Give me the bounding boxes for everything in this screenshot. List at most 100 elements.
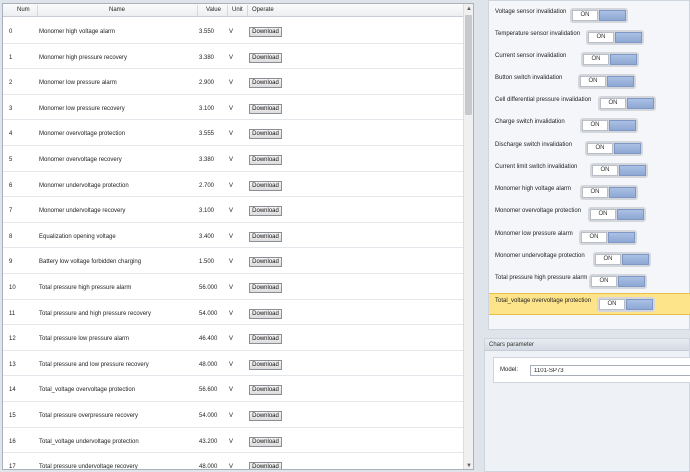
table-row[interactable]: 9 Battery low voltage forbidden charging 1…: [3, 248, 464, 274]
download-button[interactable]: Download: [249, 78, 282, 89]
flag-toggle[interactable]: ON: [580, 118, 638, 133]
row-num: 15: [9, 412, 16, 419]
toggle-knob[interactable]: [617, 209, 644, 220]
table-row[interactable]: 10 Total pressure high pressure alarm 56.0…: [3, 274, 464, 300]
flag-toggle[interactable]: ON: [579, 230, 637, 245]
row-value[interactable]: 3.380: [199, 55, 214, 61]
download-button[interactable]: Download: [249, 462, 282, 469]
toggle-knob[interactable]: [609, 120, 636, 131]
row-value[interactable]: 56.600: [199, 387, 217, 393]
flag-toggle[interactable]: ON: [585, 141, 643, 156]
toggle-knob[interactable]: [618, 276, 645, 287]
download-button[interactable]: Download: [249, 282, 282, 293]
download-button[interactable]: Download: [249, 129, 282, 140]
table-row[interactable]: 15 Total pressure overpressure recovery 54…: [3, 402, 464, 428]
row-value[interactable]: 3.100: [199, 106, 214, 112]
row-value[interactable]: 2.900: [199, 80, 214, 86]
header-name[interactable]: Name: [109, 7, 125, 13]
table-row[interactable]: 14 Total_voltage overvoltage protection 56…: [3, 376, 464, 402]
table-row[interactable]: 7 Monomer undervoltage recovery 3.100 V Down…: [3, 197, 464, 223]
row-value[interactable]: 3.100: [199, 208, 214, 214]
flag-toggle[interactable]: ON: [580, 185, 638, 200]
table-row[interactable]: 8 Equalization opening voltage 3.400 V Downl…: [3, 223, 464, 249]
table-row[interactable]: 3 Monomer low pressure recovery 3.100 V Down…: [3, 95, 464, 121]
table-row[interactable]: 6 Monomer undervoltage protection 2.700 V Do…: [3, 172, 464, 198]
row-value[interactable]: 3.380: [199, 157, 214, 163]
flag-toggle[interactable]: ON: [588, 207, 646, 222]
flag-toggle[interactable]: ON: [598, 96, 656, 111]
vertical-scrollbar[interactable]: ▲ ▼: [463, 4, 473, 469]
row-value[interactable]: 46.400: [199, 336, 217, 342]
toggle-knob[interactable]: [614, 143, 641, 154]
row-value[interactable]: 56.000: [199, 285, 217, 291]
flag-toggle[interactable]: ON: [578, 74, 636, 89]
header-operate[interactable]: Operate: [252, 7, 274, 13]
row-value[interactable]: 1.500: [199, 259, 214, 265]
row-value[interactable]: 48.000: [199, 464, 217, 469]
row-value[interactable]: 3.555: [199, 131, 214, 137]
toggle-knob[interactable]: [599, 10, 626, 21]
table-row[interactable]: 16 Total_voltage undervoltage protection 4…: [3, 428, 464, 454]
download-button[interactable]: Download: [249, 27, 282, 37]
table-row[interactable]: 5 Monomer overvoltage recovery 3.380 V Downl…: [3, 146, 464, 172]
model-input[interactable]: [530, 365, 690, 376]
flag-toggle[interactable]: ON: [570, 8, 628, 23]
table-row[interactable]: 0 Monomer high voltage alarm 3.550 V Downloa…: [3, 18, 464, 44]
toggle-on-label: ON: [587, 143, 613, 154]
download-button[interactable]: Download: [249, 231, 282, 242]
download-button[interactable]: Download: [249, 180, 282, 191]
row-value[interactable]: 48.000: [199, 362, 217, 368]
row-value[interactable]: 2.700: [199, 183, 214, 189]
flag-toggle[interactable]: ON: [597, 297, 655, 312]
table-row[interactable]: 4 Monomer overvoltage protection 3.555 V Dow…: [3, 120, 464, 146]
flag-toggle[interactable]: ON: [593, 252, 651, 267]
download-button[interactable]: Download: [249, 359, 282, 370]
toggle-knob[interactable]: [609, 187, 636, 198]
table-row[interactable]: 13 Total pressure and low pressure recove…: [3, 351, 464, 377]
row-value[interactable]: 43.200: [199, 439, 217, 445]
row-num: 7: [9, 208, 13, 215]
download-button[interactable]: Download: [249, 103, 282, 114]
download-button[interactable]: Download: [249, 52, 282, 63]
flag-label: Temperature sensor invalidation: [495, 31, 581, 37]
flag-row: Button switch invalidation ON: [489, 71, 690, 93]
toggle-knob[interactable]: [622, 254, 649, 265]
table-row[interactable]: 2 Monomer low pressure alarm 2.900 V Downloa…: [3, 69, 464, 95]
download-button[interactable]: Download: [249, 334, 282, 345]
header-unit[interactable]: Unit: [232, 7, 243, 13]
toggle-knob[interactable]: [607, 76, 634, 87]
table-row[interactable]: 11 Total pressure and high pressure recov…: [3, 300, 464, 326]
flag-toggle[interactable]: ON: [590, 163, 648, 178]
table-row[interactable]: 1 Monomer high pressure recovery 3.380 V Dow…: [3, 44, 464, 70]
row-num: 9: [9, 259, 13, 266]
flag-toggle[interactable]: ON: [581, 52, 639, 67]
row-value[interactable]: 3.550: [199, 29, 214, 35]
download-button[interactable]: Download: [249, 436, 282, 447]
download-button[interactable]: Download: [249, 385, 282, 396]
header-num[interactable]: Num: [17, 7, 30, 13]
toggle-knob[interactable]: [627, 98, 654, 109]
toggle-knob[interactable]: [619, 165, 646, 176]
row-name: Monomer undervoltage protection: [39, 182, 129, 189]
row-value[interactable]: 3.400: [199, 234, 214, 240]
scroll-down-arrow-icon[interactable]: ▼: [464, 461, 473, 469]
download-button[interactable]: Download: [249, 257, 282, 268]
row-value[interactable]: 54.000: [199, 413, 217, 419]
download-button[interactable]: Download: [249, 410, 282, 421]
header-value[interactable]: Value: [206, 7, 221, 13]
download-button[interactable]: Download: [249, 206, 282, 217]
flag-toggle[interactable]: ON: [589, 274, 647, 289]
row-name: Total pressure low pressure alarm: [39, 336, 130, 343]
download-button[interactable]: Download: [249, 154, 282, 165]
flag-toggle[interactable]: ON: [586, 30, 644, 45]
toggle-knob[interactable]: [610, 54, 637, 65]
table-row[interactable]: 17 Total pressure undervoltage recovery 48…: [3, 453, 464, 469]
download-button[interactable]: Download: [249, 308, 282, 319]
toggle-knob[interactable]: [626, 299, 653, 310]
toggle-knob[interactable]: [615, 32, 642, 43]
toggle-knob[interactable]: [608, 232, 635, 243]
row-value[interactable]: 54.000: [199, 311, 217, 317]
table-row[interactable]: 12 Total pressure low pressure alarm 46.40…: [3, 325, 464, 351]
scrollbar-thumb[interactable]: [465, 15, 472, 115]
scroll-up-arrow-icon[interactable]: ▲: [464, 4, 473, 14]
